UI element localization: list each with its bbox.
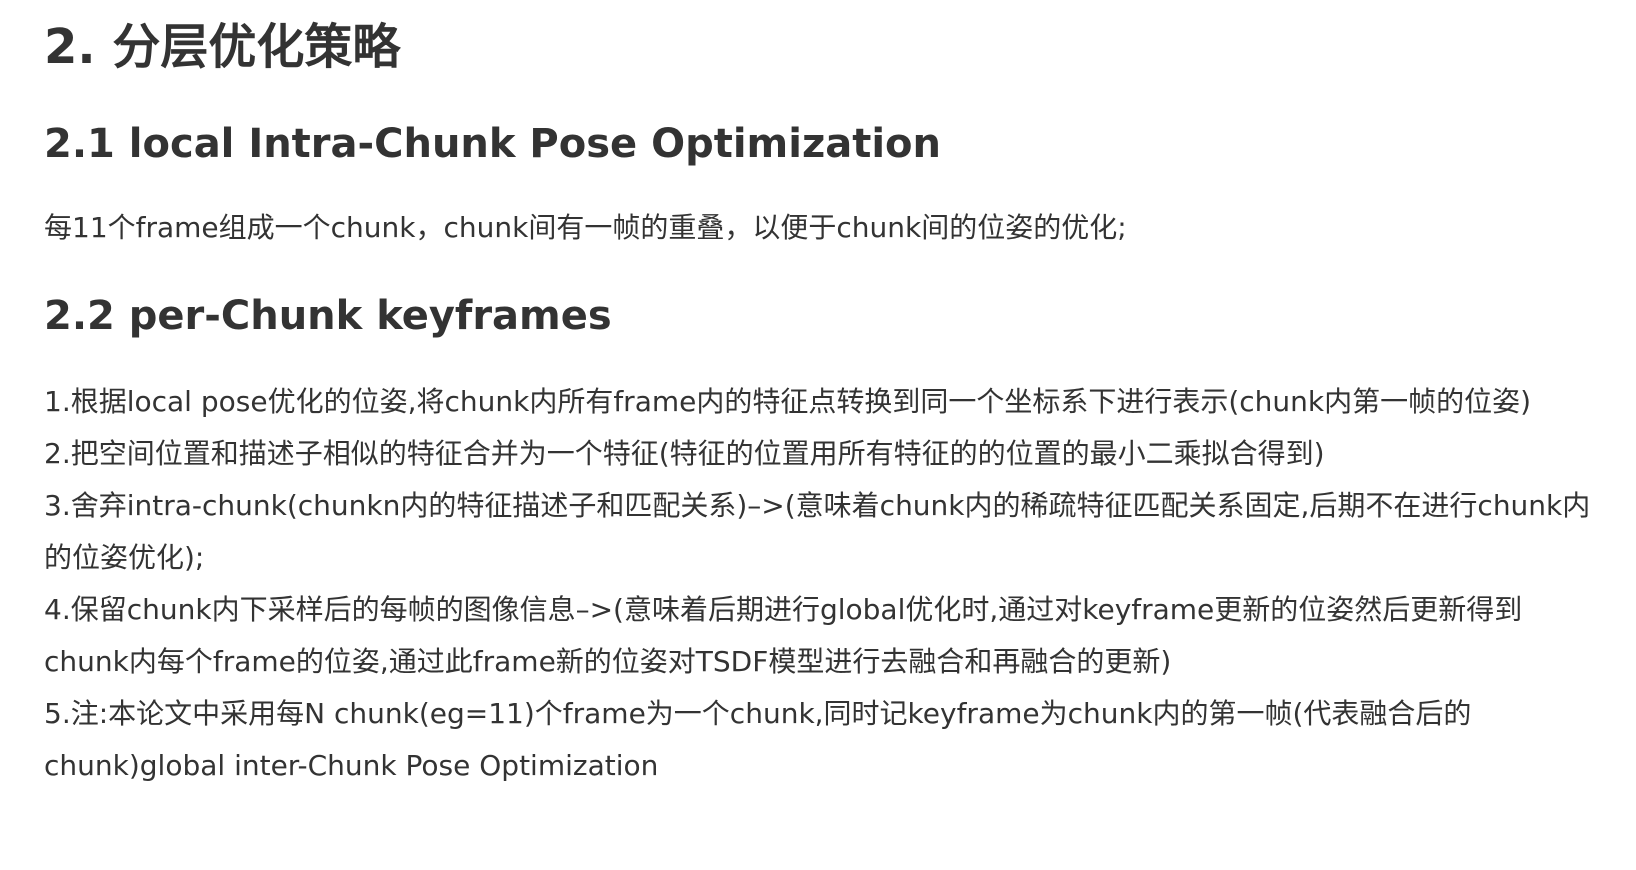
heading-hierarchical-optimization: 2. 分层优化策略 xyxy=(44,19,401,75)
keyframe-steps-list: 1.根据local pose优化的位姿,将chunk内所有frame内的特征点转… xyxy=(44,376,1604,792)
document-page: 2. 分层优化策略 2.1 local Intra-Chunk Pose Opt… xyxy=(0,0,1636,870)
list-item: 3.舍弃intra-chunk(chunkn内的特征描述子和匹配关系)–>(意味… xyxy=(44,489,1591,574)
list-item: 2.把空间位置和描述子相似的特征合并为一个特征(特征的位置用所有特征的的位置的最… xyxy=(44,437,1325,470)
paragraph-chunk-definition: 每11个frame组成一个chunk，chunk间有一帧的重叠，以便于chunk… xyxy=(44,211,1127,244)
list-item: 1.根据local pose优化的位姿,将chunk内所有frame内的特征点转… xyxy=(44,385,1532,418)
heading-local-intra-chunk: 2.1 local Intra-Chunk Pose Optimization xyxy=(44,121,942,167)
list-item: 5.注:本论文中采用每N chunk(eg=11)个frame为一个chunk,… xyxy=(44,697,1472,782)
list-item: 4.保留chunk内下采样后的每帧的图像信息–>(意味着后期进行global优化… xyxy=(44,593,1523,678)
heading-per-chunk-keyframes: 2.2 per-Chunk keyframes xyxy=(44,293,612,339)
